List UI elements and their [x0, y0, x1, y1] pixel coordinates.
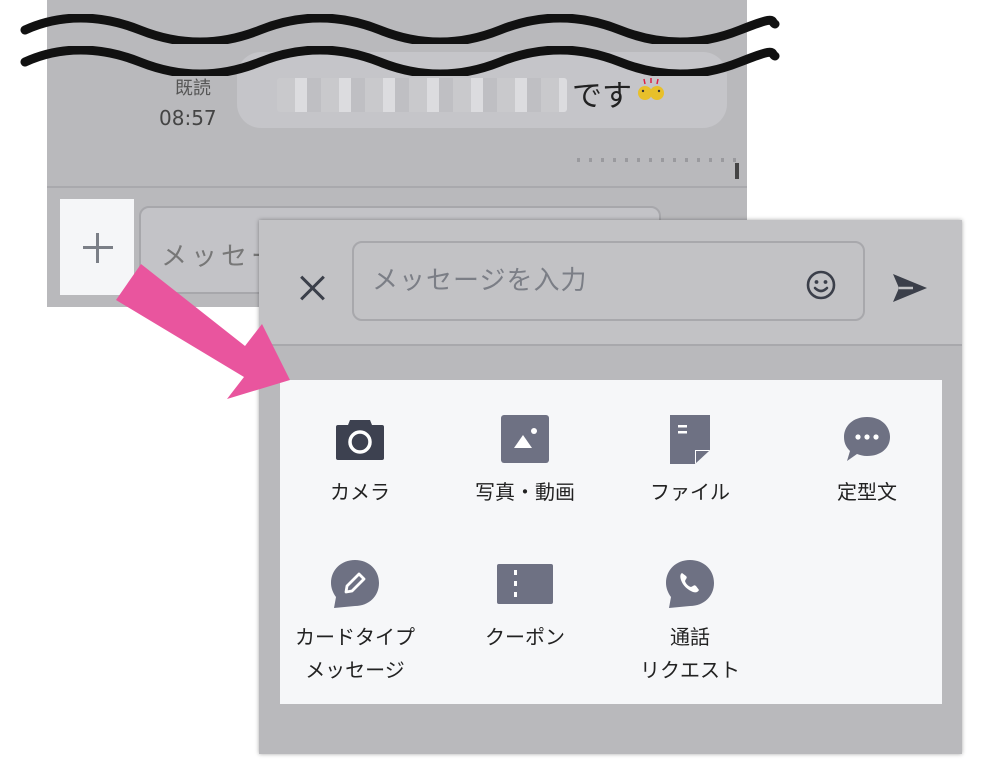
message-suffix: です — [572, 79, 632, 114]
menu-item-label: カードタイプ メッセージ — [295, 625, 415, 682]
message-input[interactable] — [352, 241, 865, 321]
menu-item-template-message[interactable]: 定型文 — [792, 410, 942, 509]
read-receipt-label: 既読 — [175, 78, 211, 99]
scrollbar[interactable] — [735, 163, 739, 179]
menu-item-camera[interactable]: カメラ — [285, 410, 435, 509]
input-bar — [259, 220, 962, 346]
chick-emoji-icon — [636, 76, 666, 116]
menu-item-label: カメラ — [330, 480, 390, 504]
attachment-menu: カメラ 写真・動画 ファイル 定型文 カードタイプ メッセージ クーポン 通話 … — [280, 380, 942, 704]
pink-arrow-icon — [116, 264, 290, 399]
camera-icon — [285, 410, 435, 468]
menu-item-label: 定型文 — [837, 480, 897, 504]
call-request-icon — [615, 555, 765, 613]
coupon-icon — [450, 555, 600, 613]
message-timestamp: 08:57 — [159, 106, 217, 130]
wavy-cut-line-bottom — [20, 46, 780, 76]
menu-item-call-request[interactable]: 通話 リクエスト — [615, 555, 765, 687]
template-message-icon — [792, 410, 942, 468]
send-icon[interactable] — [891, 272, 929, 304]
menu-item-coupon[interactable]: クーポン — [450, 555, 600, 654]
wavy-cut-line-top — [20, 14, 780, 44]
menu-item-label: クーポン — [485, 625, 565, 649]
message-visible-text: です — [572, 76, 666, 116]
menu-item-photo-video[interactable]: 写真・動画 — [450, 410, 600, 509]
menu-item-card-message[interactable]: カードタイプ メッセージ — [280, 555, 430, 687]
scroll-dots — [577, 158, 737, 162]
file-icon — [615, 410, 765, 468]
close-icon[interactable] — [299, 275, 325, 301]
photo-video-icon — [450, 410, 600, 468]
card-message-icon — [280, 555, 430, 613]
blurred-message-text — [277, 78, 567, 112]
chat-divider — [47, 186, 747, 188]
menu-item-label: 写真・動画 — [475, 480, 575, 504]
smiley-icon[interactable] — [805, 269, 837, 301]
menu-item-label: ファイル — [650, 480, 730, 504]
attachment-panel: カメラ 写真・動画 ファイル — [259, 220, 962, 754]
menu-item-label: 通話 リクエスト — [640, 625, 740, 682]
menu-item-file[interactable]: ファイル — [615, 410, 765, 509]
